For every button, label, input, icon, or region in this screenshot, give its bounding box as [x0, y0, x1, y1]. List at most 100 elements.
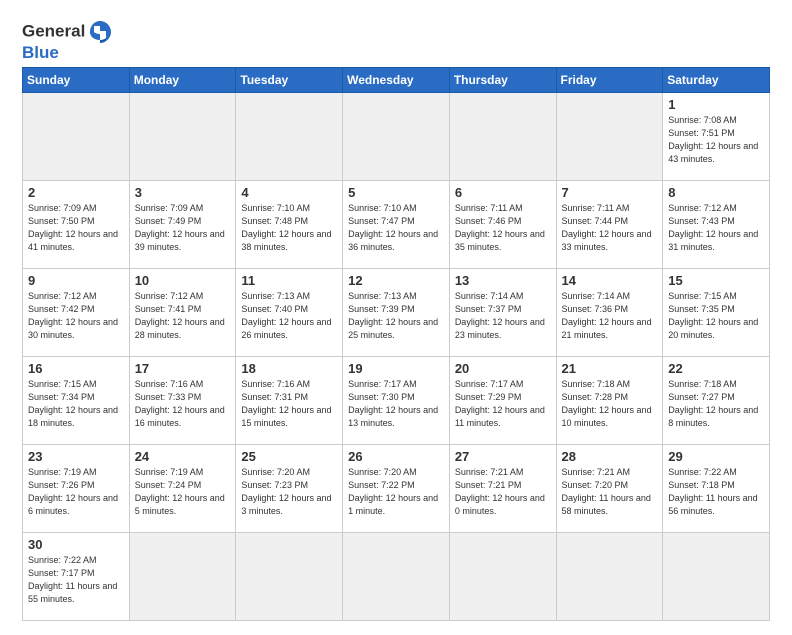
day-info: Sunrise: 7:11 AMSunset: 7:44 PMDaylight:… [562, 202, 658, 254]
calendar-cell: 3 Sunrise: 7:09 AMSunset: 7:49 PMDaylight… [129, 181, 236, 269]
day-number: 21 [562, 361, 658, 376]
calendar-cell [343, 93, 450, 181]
calendar-cell [556, 533, 663, 621]
day-info: Sunrise: 7:19 AMSunset: 7:24 PMDaylight:… [135, 466, 231, 518]
calendar-cell: 29Sunrise: 7:22 AMSunset: 7:18 PMDayligh… [663, 445, 770, 533]
day-info: Sunrise: 7:15 AMSunset: 7:34 PMDaylight:… [28, 378, 124, 430]
calendar-cell: 28Sunrise: 7:21 AMSunset: 7:20 PMDayligh… [556, 445, 663, 533]
day-info: Sunrise: 7:13 AMSunset: 7:39 PMDaylight:… [348, 290, 444, 342]
calendar-row: 30Sunrise: 7:22 AMSunset: 7:17 PMDayligh… [23, 533, 770, 621]
calendar-row: 1Sunrise: 7:08 AMSunset: 7:51 PMDaylight… [23, 93, 770, 181]
day-info: Sunrise: 7:09 AMSunset: 7:49 PMDaylight:… [135, 202, 231, 254]
calendar-cell: 13 Sunrise: 7:14 AMSunset: 7:37 PMDayligh… [449, 269, 556, 357]
day-number: 3 [135, 185, 231, 200]
weekday-header: Friday [556, 68, 663, 93]
calendar-cell [236, 533, 343, 621]
calendar-cell [236, 93, 343, 181]
day-number: 20 [455, 361, 551, 376]
day-number: 6 [455, 185, 551, 200]
calendar-cell: 23Sunrise: 7:19 AMSunset: 7:26 PMDayligh… [23, 445, 130, 533]
day-number: 15 [668, 273, 764, 288]
day-info: Sunrise: 7:11 AMSunset: 7:46 PMDaylight:… [455, 202, 551, 254]
calendar-cell: 20 Sunrise: 7:17 AMSunset: 7:29 PMDayligh… [449, 357, 556, 445]
calendar-cell [23, 93, 130, 181]
day-number: 27 [455, 449, 551, 464]
calendar-cell [129, 533, 236, 621]
day-info: Sunrise: 7:21 AMSunset: 7:20 PMDaylight:… [562, 466, 658, 518]
day-info: Sunrise: 7:15 AMSunset: 7:35 PMDaylight:… [668, 290, 764, 342]
calendar-cell: 26Sunrise: 7:20 AMSunset: 7:22 PMDayligh… [343, 445, 450, 533]
day-info: Sunrise: 7:18 AMSunset: 7:28 PMDaylight:… [562, 378, 658, 430]
day-info: Sunrise: 7:17 AMSunset: 7:30 PMDaylight:… [348, 378, 444, 430]
calendar-cell: 2 Sunrise: 7:09 AMSunset: 7:50 PMDaylight… [23, 181, 130, 269]
calendar-cell: 11 Sunrise: 7:13 AMSunset: 7:40 PMDayligh… [236, 269, 343, 357]
page: General Blue SundayMondayTuesdayWednesda… [0, 0, 792, 635]
day-info: Sunrise: 7:21 AMSunset: 7:21 PMDaylight:… [455, 466, 551, 518]
day-info: Sunrise: 7:20 AMSunset: 7:23 PMDaylight:… [241, 466, 337, 518]
calendar-row: 16 Sunrise: 7:15 AMSunset: 7:34 PMDayligh… [23, 357, 770, 445]
calendar-cell: 17Sunrise: 7:16 AMSunset: 7:33 PMDayligh… [129, 357, 236, 445]
day-number: 16 [28, 361, 124, 376]
calendar-cell [663, 533, 770, 621]
calendar-cell: 16 Sunrise: 7:15 AMSunset: 7:34 PMDayligh… [23, 357, 130, 445]
calendar-cell: 7Sunrise: 7:11 AMSunset: 7:44 PMDaylight… [556, 181, 663, 269]
weekday-header: Tuesday [236, 68, 343, 93]
calendar-cell: 22Sunrise: 7:18 AMSunset: 7:27 PMDayligh… [663, 357, 770, 445]
day-info: Sunrise: 7:14 AMSunset: 7:36 PMDaylight:… [562, 290, 658, 342]
weekday-header: Saturday [663, 68, 770, 93]
calendar-cell: 10 Sunrise: 7:12 AMSunset: 7:41 PMDayligh… [129, 269, 236, 357]
weekday-header-row: SundayMondayTuesdayWednesdayThursdayFrid… [23, 68, 770, 93]
day-info: Sunrise: 7:12 AMSunset: 7:41 PMDaylight:… [135, 290, 231, 342]
day-info: Sunrise: 7:13 AMSunset: 7:40 PMDaylight:… [241, 290, 337, 342]
day-number: 30 [28, 537, 124, 552]
day-number: 23 [28, 449, 124, 464]
logo-icon [86, 18, 114, 46]
day-number: 19 [348, 361, 444, 376]
day-number: 11 [241, 273, 337, 288]
day-info: Sunrise: 7:14 AMSunset: 7:37 PMDaylight:… [455, 290, 551, 342]
header: General Blue [22, 18, 770, 61]
weekday-header: Sunday [23, 68, 130, 93]
day-number: 8 [668, 185, 764, 200]
calendar-cell: 15 Sunrise: 7:15 AMSunset: 7:35 PMDayligh… [663, 269, 770, 357]
calendar-cell: 14Sunrise: 7:14 AMSunset: 7:36 PMDayligh… [556, 269, 663, 357]
calendar-cell: 6 Sunrise: 7:11 AMSunset: 7:46 PMDaylight… [449, 181, 556, 269]
calendar-cell [556, 93, 663, 181]
calendar-cell: 8Sunrise: 7:12 AMSunset: 7:43 PMDaylight… [663, 181, 770, 269]
day-info: Sunrise: 7:09 AMSunset: 7:50 PMDaylight:… [28, 202, 124, 254]
day-number: 2 [28, 185, 124, 200]
calendar-cell: 18 Sunrise: 7:16 AMSunset: 7:31 PMDayligh… [236, 357, 343, 445]
calendar-cell: 1Sunrise: 7:08 AMSunset: 7:51 PMDaylight… [663, 93, 770, 181]
day-number: 13 [455, 273, 551, 288]
calendar-row: 9Sunrise: 7:12 AMSunset: 7:42 PMDaylight… [23, 269, 770, 357]
day-info: Sunrise: 7:18 AMSunset: 7:27 PMDaylight:… [668, 378, 764, 430]
day-info: Sunrise: 7:22 AMSunset: 7:18 PMDaylight:… [668, 466, 764, 518]
logo-text: General [22, 18, 115, 46]
day-number: 26 [348, 449, 444, 464]
day-number: 10 [135, 273, 231, 288]
calendar-row: 2 Sunrise: 7:09 AMSunset: 7:50 PMDaylight… [23, 181, 770, 269]
day-info: Sunrise: 7:17 AMSunset: 7:29 PMDaylight:… [455, 378, 551, 430]
calendar-cell [129, 93, 236, 181]
calendar-row: 23Sunrise: 7:19 AMSunset: 7:26 PMDayligh… [23, 445, 770, 533]
calendar-cell: 21 Sunrise: 7:18 AMSunset: 7:28 PMDayligh… [556, 357, 663, 445]
calendar-cell: 4Sunrise: 7:10 AMSunset: 7:48 PMDaylight… [236, 181, 343, 269]
day-info: Sunrise: 7:10 AMSunset: 7:47 PMDaylight:… [348, 202, 444, 254]
calendar-cell: 30Sunrise: 7:22 AMSunset: 7:17 PMDayligh… [23, 533, 130, 621]
day-info: Sunrise: 7:12 AMSunset: 7:42 PMDaylight:… [28, 290, 124, 342]
calendar-cell [449, 93, 556, 181]
weekday-header: Wednesday [343, 68, 450, 93]
calendar-cell: 12 Sunrise: 7:13 AMSunset: 7:39 PMDayligh… [343, 269, 450, 357]
day-info: Sunrise: 7:16 AMSunset: 7:31 PMDaylight:… [241, 378, 337, 430]
calendar-cell: 19 Sunrise: 7:17 AMSunset: 7:30 PMDayligh… [343, 357, 450, 445]
day-number: 12 [348, 273, 444, 288]
calendar-cell [449, 533, 556, 621]
day-number: 18 [241, 361, 337, 376]
calendar: SundayMondayTuesdayWednesdayThursdayFrid… [22, 67, 770, 621]
day-number: 17 [135, 361, 231, 376]
day-number: 24 [135, 449, 231, 464]
day-number: 4 [241, 185, 337, 200]
calendar-cell [343, 533, 450, 621]
logo-blue-text: Blue [22, 44, 115, 61]
day-number: 25 [241, 449, 337, 464]
